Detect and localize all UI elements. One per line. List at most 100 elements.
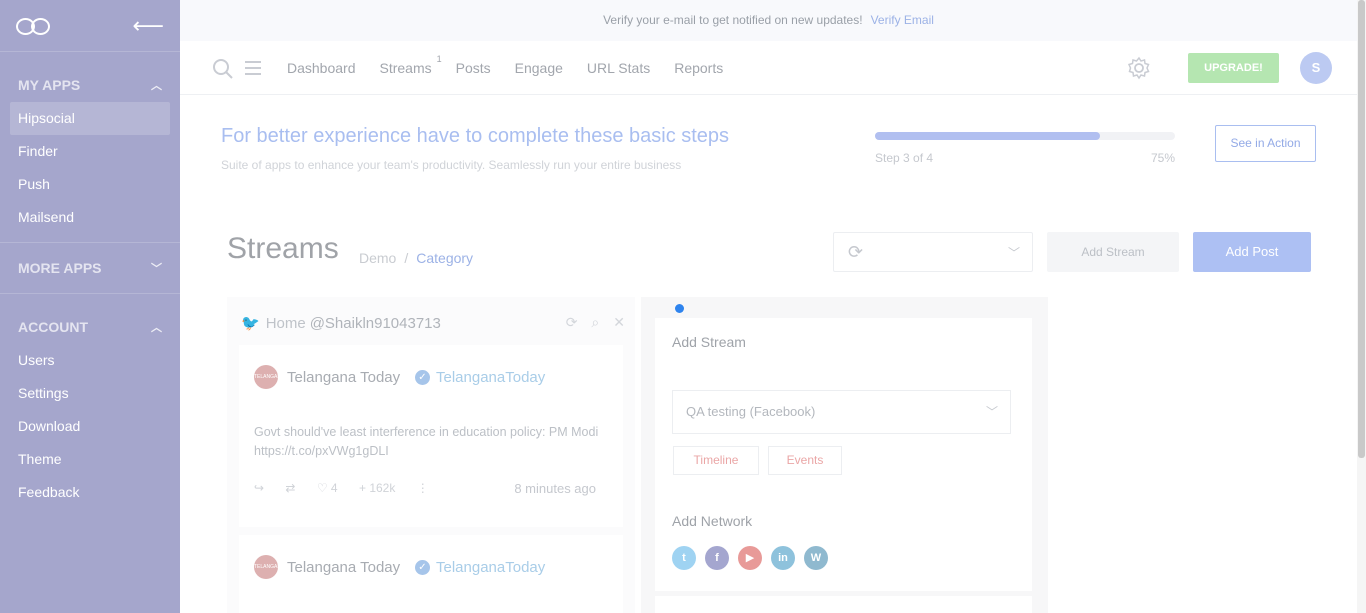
sidebar-item-push[interactable]: Push (10, 168, 170, 201)
like-button[interactable]: ♡ 4 (317, 481, 338, 495)
follower-count: 162k (369, 481, 396, 495)
column-actions: ⟳ ⌕ ✕ (552, 314, 625, 331)
more-apps-header[interactable]: MORE APPS ﹀ (0, 251, 180, 285)
column-header: 🐦 Home @Shaikln91043713 (241, 314, 441, 332)
youtube-icon[interactable]: ▶ (738, 546, 762, 570)
infinity-logo-icon[interactable] (16, 16, 52, 36)
search-icon[interactable]: ⌕ (591, 314, 599, 330)
nav-streams-label: Streams (379, 60, 432, 76)
my-apps-section: MY APPS ︿ Hipsocial Finder Push Mailsend (0, 68, 180, 243)
sidebar-item-mailsend[interactable]: Mailsend (10, 201, 170, 234)
page-title: Streams (227, 232, 339, 265)
add-stream-title: Add Stream (672, 334, 746, 350)
network-icons: t f ▶ in W (672, 546, 837, 570)
timeline-tag[interactable]: Timeline (673, 446, 759, 475)
chevron-down-icon: ﹀ (1007, 246, 1020, 260)
steps-progress-bar (875, 132, 1175, 140)
arrow-left-icon[interactable]: ⟵ (132, 14, 164, 37)
linkedin-icon[interactable]: in (771, 546, 795, 570)
sidebar-item-feedback[interactable]: Feedback (10, 476, 170, 509)
sidebar-item-settings[interactable]: Settings (10, 377, 170, 410)
breadcrumb-demo[interactable]: Demo (359, 250, 396, 266)
follow-button[interactable]: + 162k (359, 481, 395, 495)
verified-badge-icon: ✓ (415, 560, 430, 575)
plus-icon: + (358, 481, 366, 495)
sidebar: ⟵ MY APPS ︿ Hipsocial Finder Push Mailse… (0, 0, 180, 613)
breadcrumb: Demo / Category (359, 250, 473, 266)
account-section: ACCOUNT ︿ Users Settings Download Theme … (0, 310, 180, 517)
nav-engage[interactable]: Engage (515, 60, 563, 76)
sidebar-item-hipsocial[interactable]: Hipsocial (10, 102, 170, 135)
nav-dashboard[interactable]: Dashboard (287, 60, 356, 76)
loading-dot (675, 304, 684, 313)
account-select-value: QA testing (Facebook) (686, 404, 816, 419)
twitter-icon: 🐦 (241, 315, 260, 332)
see-in-action-button[interactable]: See in Action (1215, 125, 1316, 162)
facebook-icon[interactable]: f (705, 546, 729, 570)
add-stream-panel: Add Stream QA testing (Facebook) ﹀ Timel… (655, 318, 1032, 591)
more-icon[interactable]: ⋮ (417, 481, 429, 495)
tweet-card: TELANGANA TODAY Telangana Today ✓ Telang… (239, 345, 623, 527)
tweet-author-name[interactable]: Telangana Today (287, 559, 400, 576)
tweet-author-handle[interactable]: TelanganaToday (436, 559, 545, 576)
breadcrumb-category[interactable]: Category (416, 250, 473, 266)
my-apps-header[interactable]: MY APPS ︿ (0, 68, 180, 102)
column-home: Home (265, 315, 306, 332)
avatar[interactable]: S (1300, 52, 1332, 84)
verify-email-bar: Verify your e-mail to get notified on ne… (180, 0, 1357, 41)
more-apps-section: MORE APPS ﹀ (0, 251, 180, 294)
stream-column: 🐦 Home @Shaikln91043713 ⟳ ⌕ ✕ TELANGANA TODA… (227, 297, 635, 613)
verify-email-link[interactable]: Verify Email (871, 13, 934, 27)
progress-fill (875, 132, 1100, 140)
nav-posts[interactable]: Posts (456, 60, 491, 76)
share-icon[interactable]: ↪ (254, 481, 264, 495)
tweet-time: 8 minutes ago (514, 481, 596, 496)
column-handle: @Shaikln91043713 (309, 315, 441, 332)
steps-subtitle: Suite of apps to enhance your team's pro… (221, 158, 682, 172)
chevron-down-icon: ﹀ (985, 405, 998, 419)
tweet-avatar[interactable]: TELANGANA TODAY (254, 365, 284, 404)
sidebar-item-theme[interactable]: Theme (10, 443, 170, 476)
nav-streams[interactable]: Streams 1 (379, 54, 442, 76)
retweet-icon[interactable]: ⇄ (285, 481, 295, 495)
close-icon[interactable]: ✕ (613, 314, 625, 330)
like-count: 4 (330, 481, 338, 495)
events-tag[interactable]: Events (768, 446, 842, 475)
sidebar-item-download[interactable]: Download (10, 410, 170, 443)
wordpress-icon[interactable]: W (804, 546, 828, 570)
nav-reports[interactable]: Reports (674, 60, 723, 76)
search-icon[interactable] (212, 58, 234, 80)
gear-icon[interactable] (1127, 56, 1151, 80)
nav-url-stats[interactable]: URL Stats (587, 60, 650, 76)
scrollbar-thumb[interactable] (1358, 0, 1365, 458)
scrollbar[interactable] (1357, 0, 1366, 613)
twitter-icon[interactable]: t (672, 546, 696, 570)
section-title: MY APPS (18, 77, 81, 93)
tweet-author-name[interactable]: Telangana Today (287, 369, 400, 386)
heart-icon: ♡ (316, 481, 328, 495)
add-post-button[interactable]: Add Post (1193, 232, 1311, 272)
refresh-icon[interactable]: ⟳ (566, 314, 578, 330)
verify-text: Verify your e-mail to get notified on ne… (603, 13, 863, 27)
verified-badge-icon: ✓ (415, 370, 430, 385)
tweet-actions: ↪ ⇄ ♡ 4 + 162k ⋮ 8 minutes ago (254, 481, 614, 496)
refresh-icon[interactable]: ⟳ (848, 242, 863, 263)
tweet-author-handle[interactable]: TelanganaToday (436, 369, 545, 386)
nav-links: Dashboard Streams 1 Posts Engage URL Stat… (287, 41, 747, 95)
account-select[interactable]: QA testing (Facebook) ﹀ (672, 390, 1011, 434)
steps-title: For better experience have to complete t… (221, 125, 730, 147)
account-header[interactable]: ACCOUNT ︿ (0, 310, 180, 344)
step-label: Step 3 of 4 (875, 151, 934, 165)
chevron-down-icon: ﹀ (151, 263, 162, 275)
sidebar-item-finder[interactable]: Finder (10, 135, 170, 168)
add-stream-button[interactable]: Add Stream (1047, 232, 1179, 272)
sidebar-header: ⟵ (0, 0, 180, 52)
hamburger-menu-icon[interactable] (245, 61, 261, 75)
upgrade-button[interactable]: UPGRADE! (1188, 53, 1279, 83)
sidebar-item-users[interactable]: Users (10, 344, 170, 377)
step-percent: 75% (1150, 151, 1175, 165)
breadcrumb-separator: / (404, 250, 409, 266)
tweet-avatar[interactable]: TELANGANA TODAY (254, 555, 284, 594)
add-network-title: Add Network (672, 513, 753, 529)
stream-select[interactable]: ⟳ ﹀ (833, 232, 1033, 272)
